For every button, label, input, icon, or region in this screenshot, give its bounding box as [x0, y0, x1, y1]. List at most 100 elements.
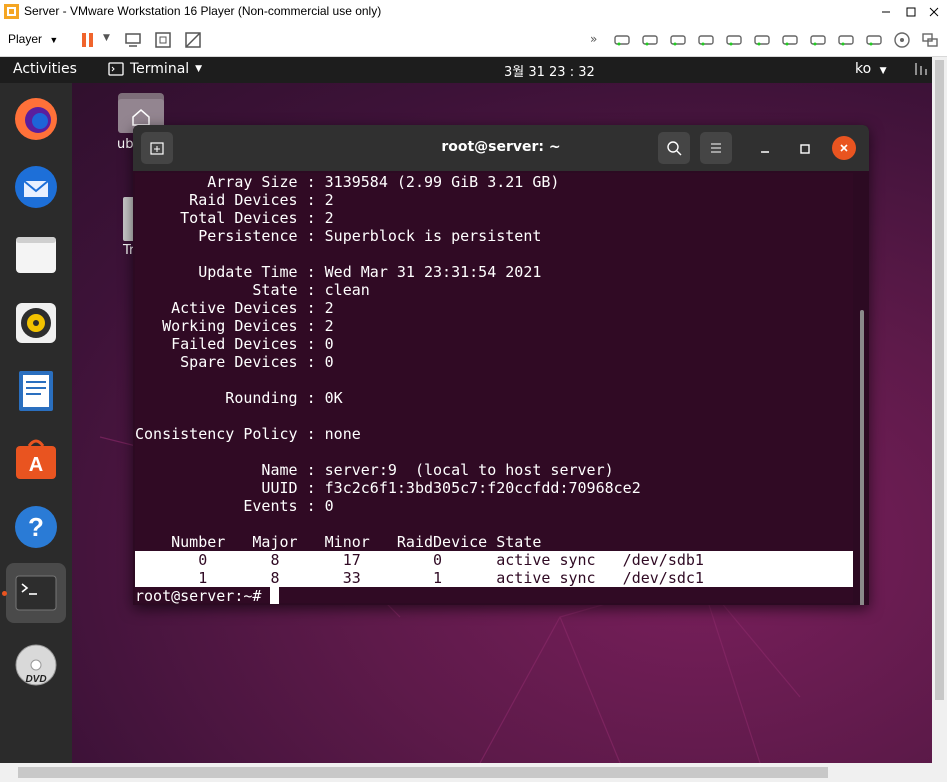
terminal-line: Rounding : 0K [135, 389, 343, 407]
terminal-line: Total Devices : 2 [135, 209, 334, 227]
active-indicator [2, 591, 7, 596]
files-icon [16, 237, 56, 273]
device-icon[interactable] [724, 30, 744, 50]
terminal-line: UUID : f3c2c6f1:3bd305c7:f20ccfdd:70968c… [135, 479, 641, 497]
dock-files[interactable] [6, 225, 66, 285]
software-icon: A [16, 439, 56, 479]
svg-text:?: ? [28, 512, 44, 542]
shell-prompt: root@server:~# [135, 587, 271, 605]
dock-writer[interactable] [6, 361, 66, 421]
firefox-icon [15, 98, 57, 140]
dock-terminal[interactable] [6, 563, 66, 623]
close-icon [929, 7, 939, 17]
app-menu[interactable]: Terminal ▼ [108, 61, 202, 77]
send-ctrl-alt-del-icon[interactable] [123, 30, 143, 50]
ubuntu-topbar: Activities Terminal ▼ 3월 31 23 : 32 ko ▼ [0, 57, 932, 83]
dock-dvd[interactable]: DVD [6, 635, 66, 695]
vm-screen[interactable]: Activities Terminal ▼ 3월 31 23 : 32 ko ▼ [0, 57, 932, 763]
device-icon[interactable] [752, 30, 772, 50]
terminal-line-selected: 0 8 17 0 active sync /dev/sdb1 [135, 551, 853, 569]
svg-text:A: A [29, 454, 43, 476]
minimize-icon [882, 11, 890, 13]
network-tray-icon[interactable] [914, 61, 928, 77]
terminal-line: Update Time : Wed Mar 31 23:31:54 2021 [135, 263, 542, 281]
player-menu[interactable]: Player ▼ [8, 32, 58, 46]
terminal-line: Raid Devices : 2 [135, 191, 334, 209]
close-button[interactable] [920, 0, 947, 24]
device-icon[interactable] [668, 30, 688, 50]
terminal-line: State : clean [135, 281, 370, 299]
vm-vertical-scroll-thumb[interactable] [935, 60, 944, 700]
unity-icon[interactable] [183, 30, 203, 50]
window-title: Server - VMware Workstation 16 Player (N… [24, 4, 382, 18]
device-icon[interactable] [780, 30, 800, 50]
device-icon[interactable] [808, 30, 828, 50]
pause-icon[interactable] [78, 30, 98, 50]
dock-software[interactable]: A [6, 429, 66, 489]
vmware-logo-icon [4, 4, 19, 19]
input-language-menu[interactable]: ko ▼ [855, 61, 887, 77]
maximize-icon [906, 7, 916, 17]
vm-horizontal-scroll-thumb[interactable] [18, 767, 828, 778]
terminal-app-icon [108, 62, 124, 76]
terminal-line: Number Major Minor RaidDevice State [135, 533, 542, 551]
dropdown-arrow-icon: ▼ [195, 64, 203, 74]
thunderbird-icon [15, 166, 57, 208]
terminal-line: Working Devices : 2 [135, 317, 334, 335]
device-icon[interactable] [640, 30, 660, 50]
fullscreen-icon[interactable] [153, 30, 173, 50]
search-icon [667, 141, 682, 156]
terminal-close-button[interactable] [832, 136, 856, 160]
help-icon: ? [15, 506, 57, 548]
dock-thunderbird[interactable] [6, 157, 66, 217]
terminal-headerbar[interactable]: root@server: ~ [133, 125, 869, 171]
ubuntu-dock: A ? DVD [0, 83, 72, 763]
terminal-prompt-line[interactable]: root@server:~# [135, 587, 853, 605]
terminal-line: Failed Devices : 0 [135, 335, 334, 353]
hamburger-menu-icon [711, 143, 721, 153]
device-icon[interactable] [836, 30, 856, 50]
cd-device-icon[interactable] [892, 30, 912, 50]
svg-text:DVD: DVD [25, 674, 46, 685]
dvd-icon: DVD [15, 644, 57, 686]
terminal-scrollbar[interactable] [860, 310, 864, 605]
close-icon [840, 144, 848, 152]
dock-rhythmbox[interactable] [6, 293, 66, 353]
terminal-line: Name : server:9 (local to host server) [135, 461, 614, 479]
clock[interactable]: 3월 31 23 : 32 [504, 61, 595, 80]
terminal-line: Consistency Policy : none [135, 425, 361, 443]
terminal-line: Events : 0 [135, 497, 334, 515]
dock-help[interactable]: ? [6, 497, 66, 557]
terminal-line: Spare Devices : 0 [135, 353, 334, 371]
dock-firefox[interactable] [6, 89, 66, 149]
vmware-toolbar: Player ▼ ▼ » [0, 24, 947, 57]
terminal-output[interactable]: Array Size : 3139584 (2.99 GiB 3.21 GB) … [135, 173, 853, 605]
terminal-line: Array Size : 3139584 (2.99 GiB 3.21 GB) [135, 173, 560, 191]
terminal-line: Persistence : Superblock is persistent [135, 227, 542, 245]
rhythmbox-icon [16, 303, 56, 343]
text-cursor [270, 587, 280, 604]
minimize-button[interactable] [872, 0, 900, 24]
more-devices-icon[interactable]: » [590, 32, 597, 46]
device-icon[interactable] [612, 30, 632, 50]
device-icon[interactable] [696, 30, 716, 50]
terminal-line-selected: 1 8 33 1 active sync /dev/sdc1 [135, 569, 853, 587]
terminal-line: Active Devices : 2 [135, 299, 334, 317]
terminal-icon [15, 575, 57, 611]
terminal-maximize-button[interactable] [793, 137, 817, 161]
dropdown-arrow-icon: ▼ [49, 35, 59, 45]
network-device-icon[interactable] [920, 30, 940, 50]
device-icon[interactable] [864, 30, 884, 50]
terminal-minimize-button[interactable] [753, 137, 777, 161]
pause-dropdown-icon[interactable]: ▼ [103, 33, 110, 43]
vmware-titlebar: Server - VMware Workstation 16 Player (N… [0, 0, 947, 25]
menu-button[interactable] [700, 132, 732, 164]
terminal-window[interactable]: root@server: ~ Array Size : 3139584 (2.9… [133, 125, 869, 605]
activities-button[interactable]: Activities [13, 61, 77, 77]
search-button[interactable] [658, 132, 690, 164]
